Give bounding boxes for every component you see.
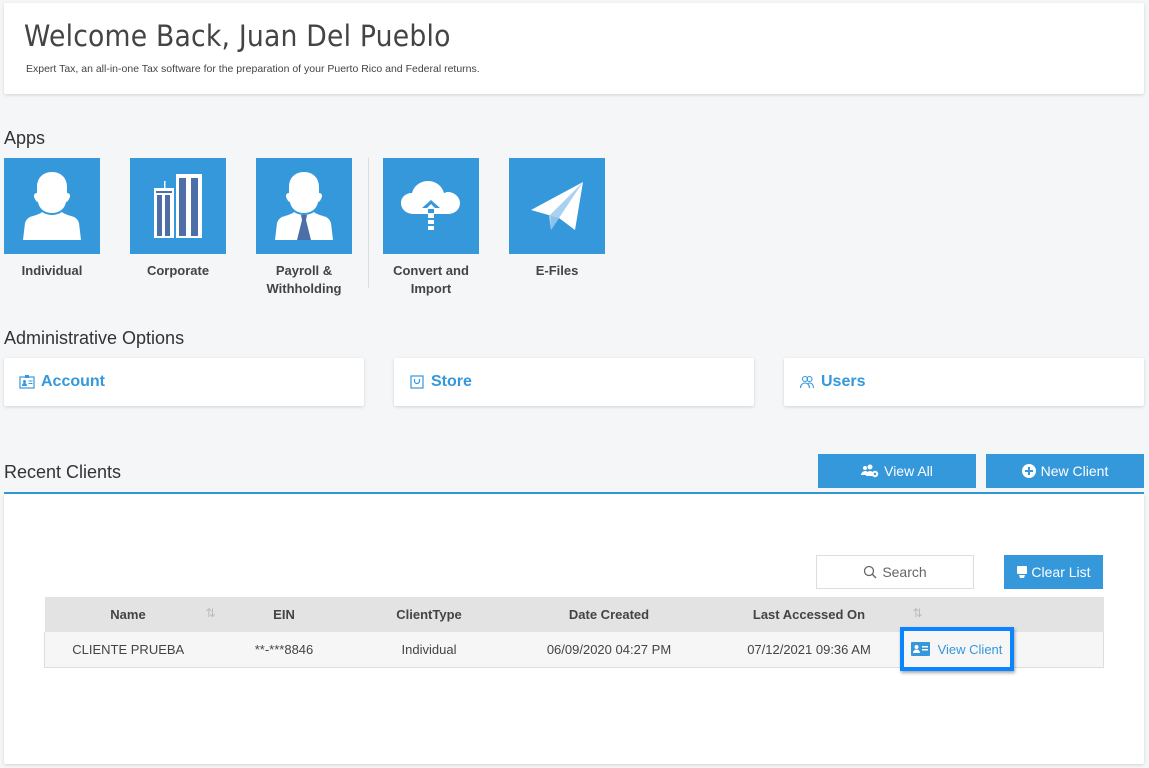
users-cog-icon — [861, 464, 879, 478]
cell-ein: **-***8846 — [254, 641, 314, 657]
app-e-files[interactable]: E-Files — [509, 158, 605, 280]
cloud-upload-icon — [401, 181, 460, 230]
app-tile[interactable] — [509, 158, 605, 254]
admin-users[interactable]: Users — [784, 358, 1144, 406]
shopping-bag-icon — [409, 374, 425, 390]
column-header-client-type[interactable]: ClientType — [357, 597, 502, 632]
cell-last-accessed: 07/12/2021 09:36 AM — [747, 641, 871, 657]
id-card-icon — [910, 642, 930, 656]
admin-account-label: Account — [41, 373, 105, 390]
app-convert-import[interactable]: Convert and Import — [383, 158, 479, 298]
new-client-label: New Client — [1040, 463, 1109, 479]
app-tile[interactable] — [130, 158, 226, 254]
app-label: Convert and Import — [393, 263, 469, 296]
person-icon — [23, 172, 81, 240]
app-label: Payroll & Withholding — [266, 263, 342, 296]
table-row: CLIENTE PRUEBA **-***8846 Individual 06/… — [44, 627, 1104, 671]
app-corporate[interactable]: Corporate — [130, 158, 226, 280]
search-input[interactable]: Search — [816, 555, 974, 589]
recent-clients-table: Name ⇅ EIN ClientType Date Created Last A… — [44, 597, 1104, 671]
person-tie-icon — [275, 172, 333, 240]
column-header-last-accessed[interactable]: Last Accessed On ⇅ — [717, 597, 923, 632]
app-tile[interactable] — [4, 158, 100, 254]
admin-section-title: Administrative Options — [4, 328, 185, 348]
cell-date-created: 06/09/2020 04:27 PM — [546, 641, 672, 657]
apps-section-title: Apps — [4, 128, 46, 148]
app-individual[interactable]: Individual — [4, 158, 100, 280]
view-all-button[interactable]: View All — [818, 454, 976, 488]
eraser-icon — [1016, 565, 1028, 580]
new-client-button[interactable]: New Client — [986, 454, 1144, 488]
app-payroll-withholding[interactable]: Payroll & Withholding — [256, 158, 352, 298]
admin-account[interactable]: Account — [4, 358, 364, 406]
clear-list-label: Clear List — [1031, 564, 1091, 580]
view-client-button[interactable]: View Client — [899, 627, 1014, 671]
users-icon — [799, 374, 815, 390]
column-header-name[interactable]: Name ⇅ — [45, 597, 215, 632]
search-placeholder: Search — [882, 564, 927, 580]
app-label: E-Files — [535, 263, 579, 278]
app-tile[interactable] — [383, 158, 479, 254]
id-badge-icon — [19, 374, 35, 390]
cell-actions: View Client — [899, 627, 1104, 671]
welcome-title: Welcome Back, Juan Del Pueblo — [24, 19, 451, 53]
apps-divider — [368, 158, 369, 288]
clear-list-button[interactable]: Clear List — [1004, 555, 1103, 589]
column-header-ein[interactable]: EIN — [212, 597, 357, 632]
app-label: Individual — [21, 263, 83, 278]
view-all-label: View All — [884, 463, 933, 479]
search-icon — [863, 565, 877, 579]
admin-store[interactable]: Store — [394, 358, 754, 406]
admin-store-label: Store — [431, 373, 472, 390]
apps-grid: Individual Corporate Payroll & Withholdi… — [4, 158, 624, 298]
admin-users-label: Users — [821, 373, 866, 390]
cell-name: CLIENTE PRUEBA — [72, 641, 185, 657]
recent-clients-title: Recent Clients — [4, 462, 122, 482]
view-client-label: View Client — [937, 641, 1003, 657]
buildings-icon — [154, 174, 202, 238]
paper-plane-icon — [531, 182, 583, 230]
welcome-card: Welcome Back, Juan Del Pueblo Expert Tax… — [4, 3, 1144, 94]
column-header-date-created[interactable]: Date Created — [502, 597, 717, 632]
welcome-subtitle: Expert Tax, an all-in-one Tax software f… — [26, 63, 480, 75]
app-label: Corporate — [146, 263, 210, 278]
cell-client-type: Individual — [401, 641, 457, 657]
plus-circle-icon — [1021, 464, 1036, 478]
app-tile[interactable] — [256, 158, 352, 254]
